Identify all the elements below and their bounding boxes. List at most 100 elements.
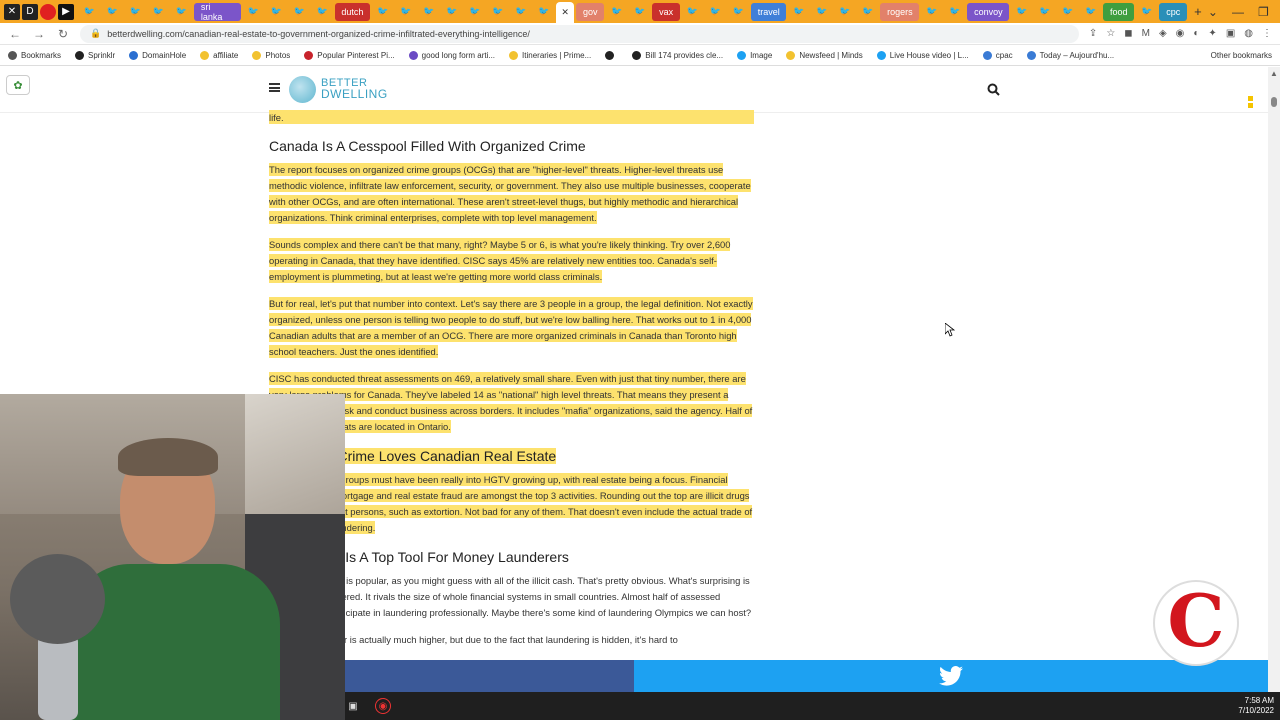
bookmark-item[interactable]: Bill 174 provides cle... [632,50,723,60]
pinned-tab-icon[interactable]: ✕ [4,3,20,20]
extension-icon[interactable]: ◐ [1193,28,1199,39]
tab-twitter-icon[interactable]: 🐦 [788,3,809,21]
channel-logo: C [1153,580,1239,666]
tab-twitter-icon[interactable]: 🐦 [811,3,832,21]
bookmark-item[interactable] [605,50,618,60]
site-logo[interactable]: BETTER DWELLING [321,78,388,101]
minimize-icon[interactable]: — [1232,5,1244,19]
menu-icon[interactable] [269,83,280,92]
scroll-up-icon[interactable]: ▲ [1270,69,1278,78]
taskbar-app-icon[interactable]: ▣ [345,698,361,714]
system-clock[interactable]: 7:58 AM 7/10/2022 [1238,696,1274,716]
tab-twitter-icon[interactable]: 🐦 [171,3,192,21]
tab-twitter-icon[interactable]: 🐦 [102,3,123,21]
puzzle-icon[interactable]: ✦ [1208,28,1216,39]
tab-twitter-icon[interactable]: 🐦 [606,3,627,21]
tab-twitter-icon[interactable]: 🐦 [682,3,703,21]
profile-icon[interactable]: ◍ [1244,28,1253,39]
bookmark-label: Itineraries | Prime... [522,50,592,60]
tab-twitter-icon[interactable]: 🐦 [464,3,485,21]
tab-twitter-icon[interactable]: 🐦 [944,3,965,21]
new-tab-icon[interactable]: + [1189,3,1207,21]
tab-twitter-icon[interactable]: 🐦 [418,3,439,21]
tab-group-cpc[interactable]: cpc [1159,2,1188,21]
tab-twitter-icon[interactable]: 🐦 [629,3,650,21]
bookmark-item[interactable]: cpac [982,50,1013,60]
tab-twitter-icon[interactable]: 🐦 [487,3,508,21]
bookmark-item[interactable]: Newsfeed | Minds [786,50,863,60]
tab-group-rogers[interactable]: rogers [880,2,920,21]
tab-twitter-icon[interactable]: 🐦 [834,3,855,21]
tab-twitter-icon[interactable]: 🐦 [372,3,393,21]
sidebar-icon[interactable]: ▣ [1226,28,1235,39]
bookmark-icon [408,50,418,60]
chevron-down-icon[interactable]: ⌄ [1208,5,1218,19]
tab-twitter-icon[interactable]: 🐦 [148,3,169,21]
taskbar-app-icon[interactable]: ◉ [375,698,391,714]
tab-twitter-icon[interactable]: 🐦 [705,3,726,21]
bookmark-icon [75,50,85,60]
pinned-tab-icon[interactable]: ▶ [58,3,74,20]
tab-group-convoy[interactable]: convoy [967,2,1010,21]
tab-twitter-icon[interactable]: 🐦 [1136,3,1157,21]
bookmark-item[interactable]: affiliate [200,50,238,60]
pinned-tab-icon[interactable] [40,3,56,20]
tab-twitter-icon[interactable]: 🐦 [266,3,287,21]
tab-twitter-icon[interactable]: 🐦 [79,3,100,21]
bookmark-item[interactable]: Live House video | L... [876,50,969,60]
top-fragment: life. [269,110,754,124]
bookmark-item[interactable]: Photos [252,50,290,60]
tab-twitter-icon[interactable]: 🐦 [441,3,462,21]
tab-group-dutch[interactable]: dutch [334,2,371,21]
restore-icon[interactable]: ❐ [1258,5,1269,19]
bookmark-item[interactable]: Popular Pinterest Pi... [304,50,395,60]
scrollbar[interactable]: ▲ [1268,67,1280,692]
tab-twitter-icon[interactable]: 🐦 [921,3,942,21]
tab-twitter-icon[interactable]: 🐦 [1011,3,1032,21]
tab-twitter-icon[interactable]: 🐦 [857,3,878,21]
bookmark-item[interactable]: Itineraries | Prime... [509,50,592,60]
tab-group-gov[interactable]: gov [576,2,605,21]
tab-twitter-icon[interactable]: 🐦 [312,3,333,21]
back-icon[interactable]: ← [8,27,22,41]
bookmark-item[interactable]: DomainHole [129,50,186,60]
extension-icon[interactable]: ◼ [1124,28,1132,39]
extension-icon[interactable]: ◈ [1159,28,1167,39]
menu-icon[interactable]: ⋮ [1262,28,1272,39]
tab-twitter-icon[interactable]: 🐦 [243,3,264,21]
bookmark-icon [605,50,615,60]
twitter-share-button[interactable] [634,660,1268,692]
search-icon[interactable] [987,83,1000,96]
reload-icon[interactable]: ↻ [56,27,70,41]
tab-active[interactable]: ✕ [556,2,575,23]
url-input[interactable]: 🔒 betterdwelling.com/canadian-real-estat… [80,24,1079,43]
forward-icon[interactable]: → [32,27,46,41]
extension-icon[interactable]: M [1142,28,1150,39]
pinned-tab-icon[interactable]: D [22,3,38,20]
extension-badge-icon[interactable]: ✿ [6,75,30,95]
scroll-thumb[interactable] [1271,97,1277,107]
tab-group-food[interactable]: food [1103,2,1135,21]
tab-twitter-icon[interactable]: 🐦 [1080,3,1101,21]
tab-group-vax[interactable]: vax [652,2,680,21]
other-bookmarks[interactable]: Other bookmarks [1211,51,1272,60]
tab-twitter-icon[interactable]: 🐦 [728,3,749,21]
tab-group-travel[interactable]: travel [750,2,787,21]
tab-group-sri-lanka[interactable]: sri lanka [193,2,241,22]
bookmark-item[interactable]: good long form arti... [408,50,495,60]
bookmark-item[interactable]: Image [737,50,772,60]
tab-twitter-icon[interactable]: 🐦 [289,3,310,21]
tab-twitter-icon[interactable]: 🐦 [1057,3,1078,21]
star-icon[interactable]: ☆ [1106,28,1115,39]
site-logo-icon[interactable] [289,76,316,103]
tab-twitter-icon[interactable]: 🐦 [125,3,146,21]
bookmark-item[interactable]: Today – Aujourd'hu... [1026,50,1114,60]
tab-twitter-icon[interactable]: 🐦 [510,3,531,21]
share-icon[interactable]: ⇪ [1089,28,1097,39]
tab-twitter-icon[interactable]: 🐦 [395,3,416,21]
tab-twitter-icon[interactable]: 🐦 [533,3,554,21]
tab-twitter-icon[interactable]: 🐦 [1034,3,1055,21]
bookmark-item[interactable]: Sprinklr [75,50,115,60]
extension-icon[interactable]: ◉ [1176,28,1185,39]
bookmark-item[interactable]: Bookmarks [8,50,61,60]
